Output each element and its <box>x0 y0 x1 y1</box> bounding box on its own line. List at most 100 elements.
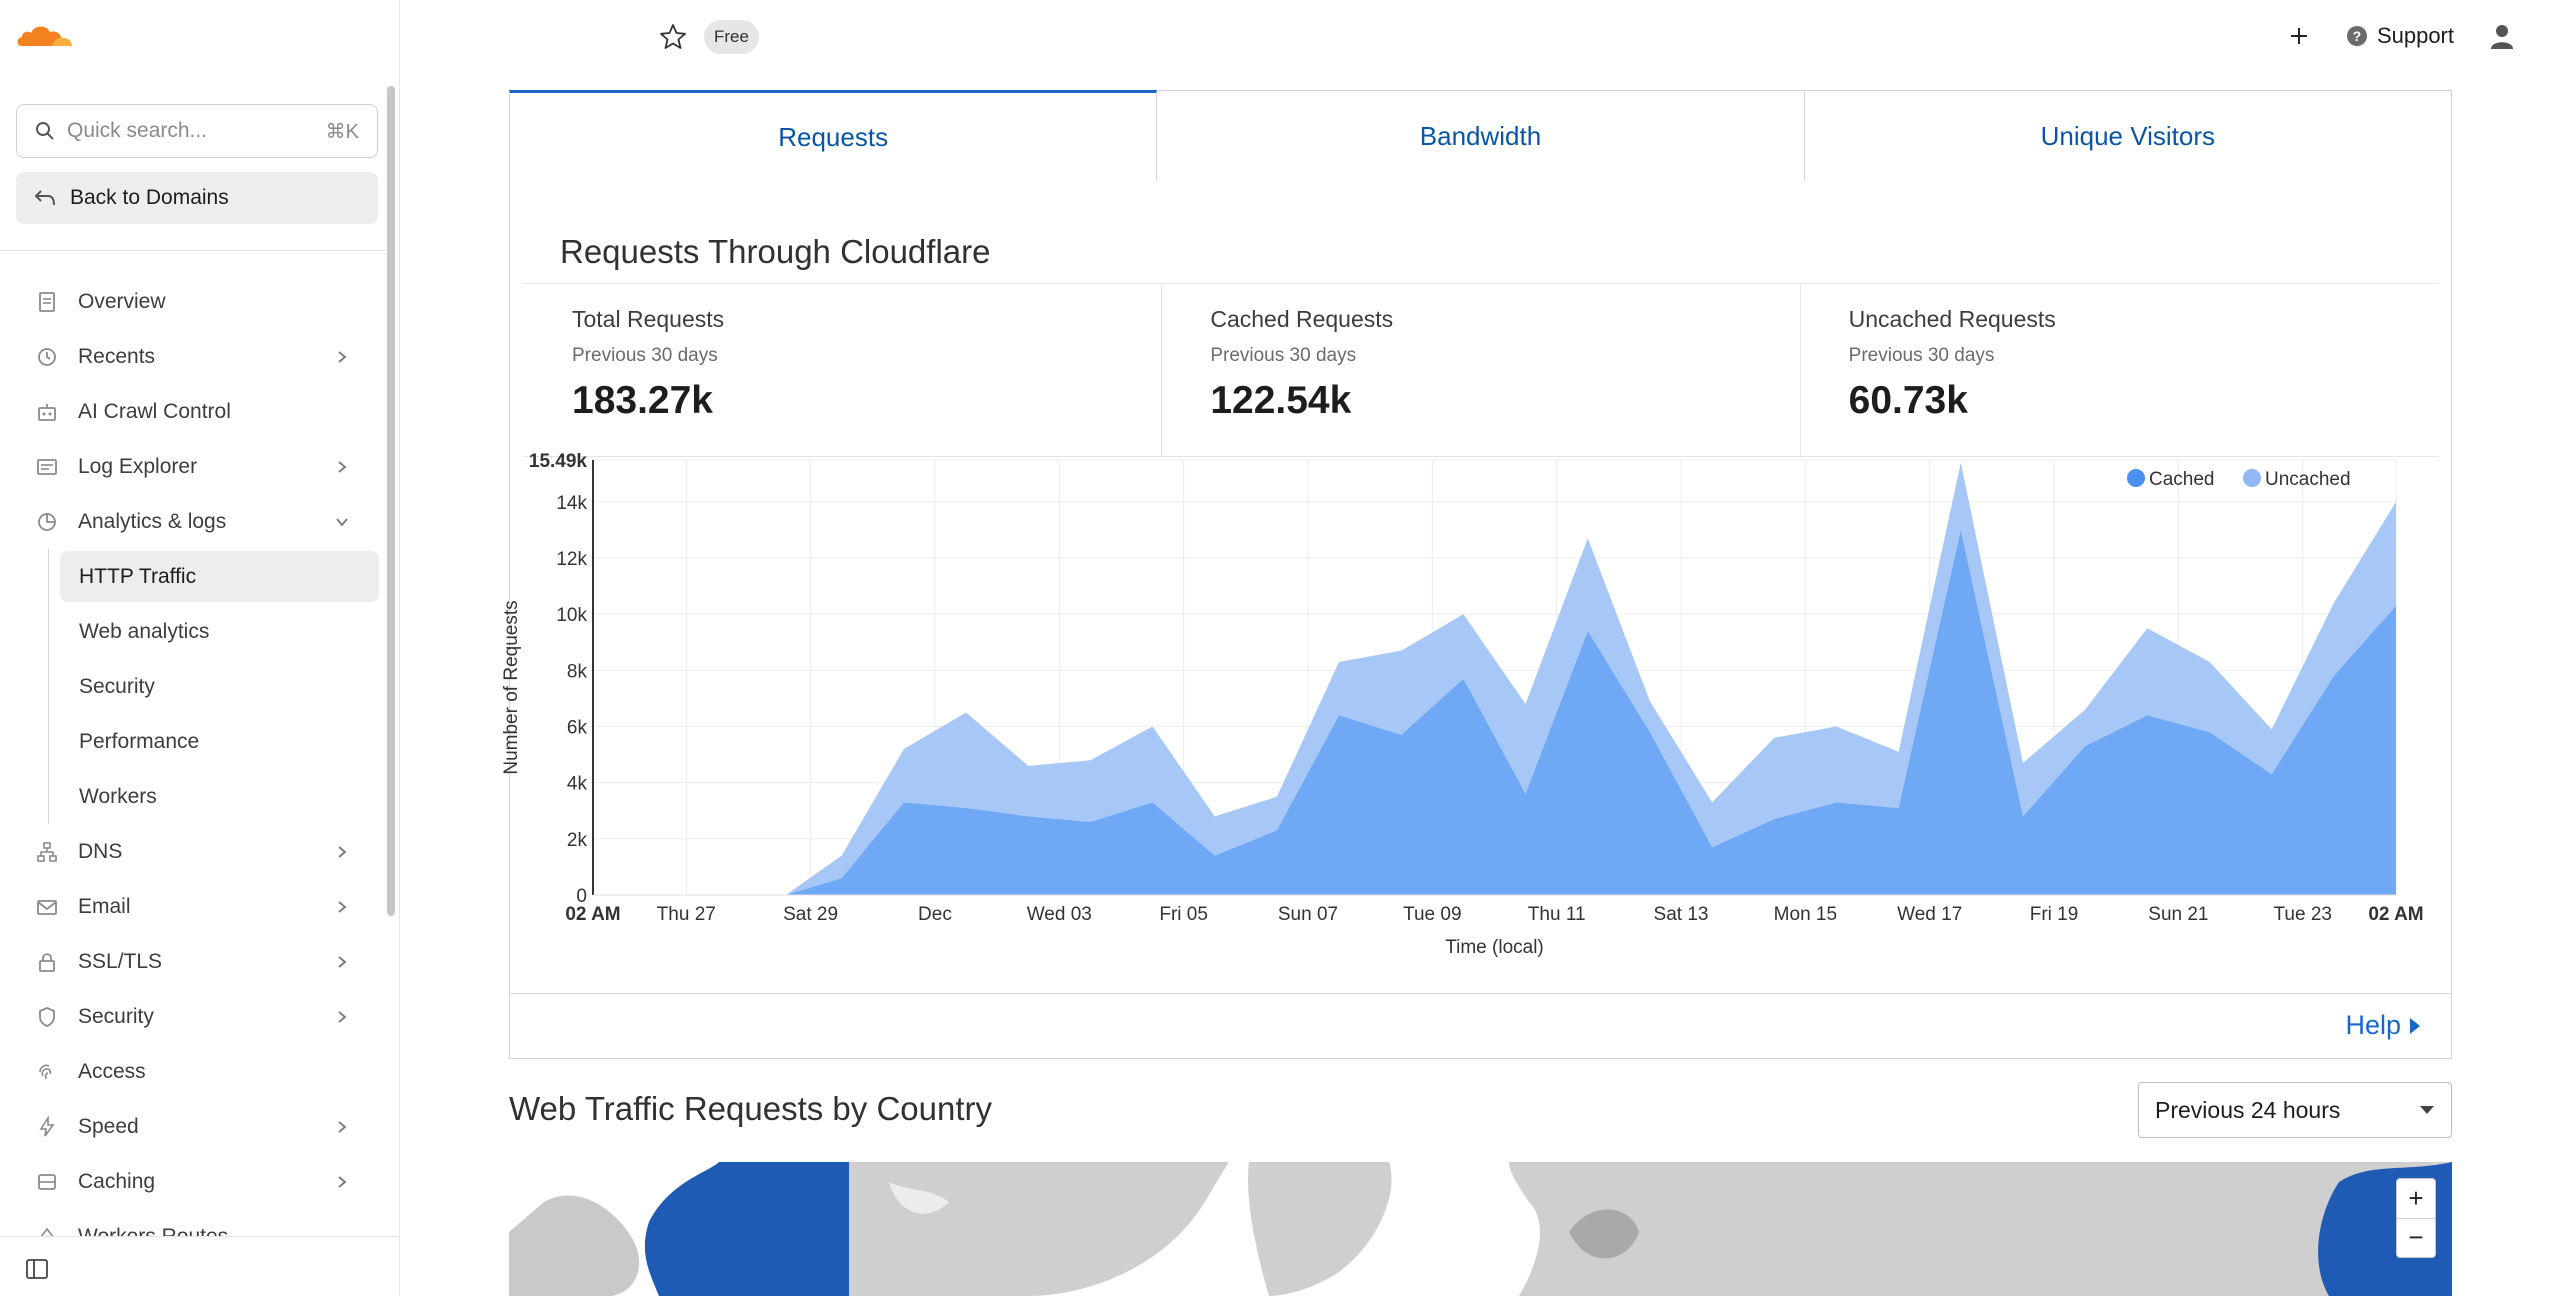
star-icon <box>660 24 686 49</box>
plus-icon <box>2290 28 2307 44</box>
x-tick-label: Wed 03 <box>1027 904 1092 925</box>
chevron-right-icon <box>334 1174 350 1190</box>
tab-unique-visitors[interactable]: Unique Visitors <box>1804 90 2452 182</box>
support-menu[interactable]: ? Support <box>2346 23 2454 49</box>
requests-area-chart: 02k4k6k8k10k12k14k15.49k02 AM Thu 27 Sat 2… <box>501 451 2424 958</box>
analytics-submenu: HTTP Traffic Web analytics Security Perf… <box>0 549 390 824</box>
plan-badge: Free <box>704 20 759 54</box>
sidebar-item-label: Access <box>78 1059 146 1083</box>
stat-uncached-requests: Uncached Requests Previous 30 days 60.73… <box>1799 284 2438 456</box>
y-tick-label: 10k <box>556 605 587 626</box>
metrics-tabs: Requests Bandwidth Unique Visitors <box>509 90 2452 182</box>
sidebar-item-ssl-tls[interactable]: SSL/TLS <box>0 934 390 989</box>
quick-search-input[interactable]: Quick search... ⌘K <box>16 104 378 158</box>
y-tick-label: 12k <box>556 549 587 570</box>
world-map <box>509 1162 2452 1296</box>
sidebar-item-ai-crawl-control[interactable]: AI Crawl Control <box>0 384 390 439</box>
sidebar-nav: Overview Recents AI Crawl Control Log Ex… <box>0 274 390 1264</box>
back-to-domains-button[interactable]: Back to Domains <box>16 172 378 224</box>
help-row: Help <box>510 993 2451 1059</box>
help-icon: ? <box>2346 26 2367 46</box>
x-tick-label: 02 AM <box>565 904 620 925</box>
x-tick-label: Fri 19 <box>2030 904 2079 925</box>
sidebar-item-security[interactable]: Security <box>0 989 390 1044</box>
y-tick-label: 8k <box>567 661 588 682</box>
sidebar-item-speed[interactable]: Speed <box>0 1099 390 1154</box>
sidebar-divider <box>0 250 390 251</box>
chevron-right-icon <box>334 899 350 915</box>
zoom-out-button[interactable]: − <box>2397 1217 2435 1258</box>
help-link[interactable]: Help <box>2345 1010 2421 1041</box>
chevron-right-icon <box>334 954 350 970</box>
stat-label: Cached Requests <box>1210 306 1394 332</box>
stats-row: Total Requests Previous 30 days 183.27k … <box>524 283 2438 457</box>
chevron-right-icon <box>334 1009 350 1025</box>
legend-swatch <box>2243 469 2261 487</box>
sidebar-item-access[interactable]: Access <box>0 1044 390 1099</box>
sidebar-item-label: Caching <box>78 1169 156 1193</box>
legend-label: Cached <box>2149 469 2215 490</box>
map-zoom-control: + − <box>2396 1178 2436 1258</box>
search-icon <box>36 122 54 140</box>
legend-swatch <box>2127 469 2145 487</box>
y-tick-label: 14k <box>556 493 587 514</box>
sidebar-item-label: SSL/TLS <box>78 949 163 973</box>
sidebar-item-overview[interactable]: Overview <box>0 274 390 329</box>
sidebar-item-caching[interactable]: Caching <box>0 1154 390 1209</box>
user-menu-button[interactable] <box>2484 18 2520 54</box>
card-title: Requests Through Cloudflare <box>560 233 991 270</box>
country-map[interactable]: + − <box>509 1162 2452 1296</box>
sidebar-subitem-performance[interactable]: Performance <box>0 714 390 769</box>
stat-value: 183.27k <box>572 379 713 422</box>
tab-requests[interactable]: Requests <box>509 90 1158 182</box>
sidebar-item-analytics-logs[interactable]: Analytics & logs <box>0 494 390 549</box>
chevron-right-icon <box>334 1119 350 1135</box>
robot-icon <box>36 401 58 423</box>
stat-period: Previous 30 days <box>1848 345 1995 366</box>
stat-label: Total Requests <box>572 306 725 332</box>
sidebar-item-dns[interactable]: DNS <box>0 824 390 879</box>
sidebar-subitem-http-traffic[interactable]: HTTP Traffic <box>0 549 390 604</box>
sidebar-subitem-workers[interactable]: Workers <box>0 769 390 824</box>
lightning-icon <box>36 1115 58 1138</box>
x-tick-label: Sat 29 <box>783 904 838 925</box>
x-tick-label: Tue 09 <box>1403 904 1461 925</box>
x-tick-label: Sun 07 <box>1278 904 1338 925</box>
top-header: Free ? Support <box>400 0 2560 72</box>
time-range-select[interactable]: Previous 24 hours <box>2138 1082 2452 1138</box>
sidebar-item-label: DNS <box>78 839 123 863</box>
sidebar-item-label: Speed <box>78 1114 139 1138</box>
x-tick-label: Fri 05 <box>1159 904 1208 925</box>
sidebar-item-log-explorer[interactable]: Log Explorer <box>0 439 390 494</box>
x-tick-label: Sun 21 <box>2148 904 2208 925</box>
time-range-value: Previous 24 hours <box>2155 1096 2341 1123</box>
sidebar-item-recents[interactable]: Recents <box>0 329 390 384</box>
sidebar-scrollbar[interactable] <box>387 86 395 916</box>
shield-icon <box>36 1006 58 1028</box>
zoom-in-button[interactable]: + <box>2397 1179 2435 1218</box>
x-tick-label: Thu 27 <box>657 904 716 925</box>
add-button[interactable] <box>2281 18 2317 54</box>
lock-icon <box>36 951 58 973</box>
y-tick-label: 2k <box>567 830 588 851</box>
sidebar-subitem-security[interactable]: Security <box>0 659 390 714</box>
tab-bandwidth[interactable]: Bandwidth <box>1157 90 1805 182</box>
cloudflare-logo[interactable] <box>14 20 74 50</box>
sidebar-item-label: Overview <box>78 289 166 313</box>
favorite-star-button[interactable] <box>656 20 690 54</box>
stat-value: 60.73k <box>1848 379 1968 422</box>
country-section-title: Web Traffic Requests by Country <box>509 1090 992 1127</box>
user-icon <box>2491 25 2513 49</box>
y-tick-label: 15.49k <box>529 451 588 472</box>
sidebar-collapse-icon[interactable] <box>24 1257 50 1281</box>
x-tick-label: Wed 17 <box>1897 904 1962 925</box>
sidebar-item-label: Email <box>78 894 131 918</box>
chevron-right-icon <box>334 459 350 475</box>
sidebar-item-email[interactable]: Email <box>0 879 390 934</box>
sidebar-item-label: Security <box>78 1004 154 1028</box>
sidebar-subitem-web-analytics[interactable]: Web analytics <box>0 604 390 659</box>
caret-down-icon <box>2420 1106 2434 1114</box>
sidebar-item-label: Recents <box>78 344 156 368</box>
x-axis-title: Time (local) <box>1445 937 1544 958</box>
sidebar: Quick search... ⌘K Back to Domains Overv… <box>0 0 400 1296</box>
